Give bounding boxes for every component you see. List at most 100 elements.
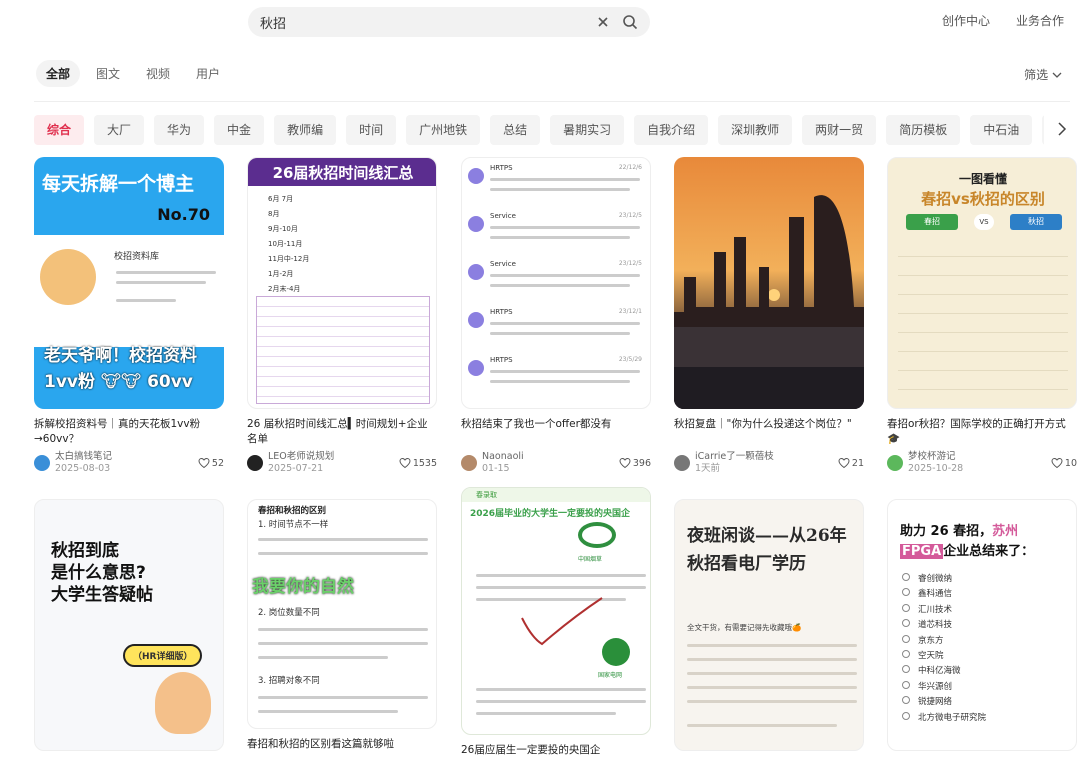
cover-text: 春招vs秋招的区别 [921, 190, 1045, 208]
note-card[interactable]: 春录取 2026届毕业的大学生一定要投的央国企 中国烟草 国家电网 26届应届生… [461, 487, 651, 759]
chip[interactable]: 广州地铁 [406, 115, 481, 145]
avatar[interactable] [461, 455, 477, 471]
filter-label: 筛选 [1024, 68, 1049, 82]
logo-icon [602, 638, 630, 666]
type-tabs: 全部 图文 视频 用户 [36, 60, 230, 87]
cover-text: 3. 招聘对象不同 [258, 676, 320, 686]
search-icon[interactable] [620, 12, 640, 32]
cover-text: 春招 [906, 214, 958, 230]
like-button[interactable]: 52 [198, 457, 224, 469]
email-row: HRTPS 22/12/6 [468, 162, 646, 210]
search-input[interactable] [260, 12, 580, 32]
keyword-chips: 综合 大厂 华为 中金 教师编 时间 广州地铁 总结 暑期实习 自我介绍 深圳教… [34, 115, 1044, 145]
chevron-right-icon[interactable] [1054, 121, 1070, 137]
card-title[interactable]: 拆解校招资料号｜真的天花板1vv粉→60vv？ [34, 417, 224, 447]
chip[interactable]: 大厂 [94, 115, 145, 145]
avatar[interactable] [887, 455, 903, 471]
chip[interactable]: 综合 [34, 115, 85, 145]
note-card[interactable]: 一图看懂 春招vs秋招的区别 春招 VS 秋招 春招or秋招？国际学校的正确打开… [887, 157, 1077, 475]
heart-icon [619, 457, 631, 469]
clear-icon[interactable] [593, 12, 613, 32]
note-card[interactable]: 助力 26 春招，苏州 FPGA 企业总结来了： 睿创微纳 鑫科通信 汇川技术 道… [887, 499, 1077, 751]
heart-icon [399, 457, 411, 469]
note-card[interactable]: 每天拆解一个博主 No.70 校招资料库 老天爷啊！校招资料 1vv粉 🐮🐮 6… [34, 157, 224, 475]
avatar[interactable] [247, 455, 263, 471]
company-item: 汇川技术 [902, 603, 986, 618]
note-card[interactable]: 夜班闲谈——从26年秋招看电厂学历 全文干货，有需要记得先收藏哦🍊 [674, 499, 864, 751]
tab-image-text[interactable]: 图文 [86, 60, 130, 87]
card-title[interactable]: 春招和秋招的区别看这篇就够啦 [247, 737, 437, 753]
email-row: Service 23/12/5 [468, 258, 646, 306]
cover-text: 我要你的自然 [252, 577, 354, 597]
note-card[interactable]: 秋招到底 是什么意思? 大学生答疑帖 （HR详细版） [34, 499, 224, 751]
post-date: 2025-10-28 [908, 463, 964, 474]
tab-video[interactable]: 视频 [136, 60, 180, 87]
tab-user[interactable]: 用户 [186, 60, 230, 87]
note-card[interactable]: HRTPS 22/12/6 Service 23/12/5 Service 23… [461, 157, 651, 475]
cover-text: FPGA [900, 544, 944, 559]
author-name[interactable]: 梦校杯游记 [908, 451, 963, 463]
chip[interactable]: 总结 [490, 115, 541, 145]
heart-icon [1051, 457, 1063, 469]
like-button[interactable]: 21 [838, 457, 864, 469]
company-item: 华兴源创 [902, 680, 986, 695]
chip[interactable]: 暑期实习 [550, 115, 625, 145]
chip[interactable]: 中金 [214, 115, 265, 145]
cover-text: 1vv粉 🐮🐮 60vv [44, 372, 193, 392]
business-link[interactable]: 业务合作 [1016, 12, 1064, 29]
post-date: 2025-08-03 [55, 463, 111, 474]
company-item: 北方微电子研究院 [902, 711, 986, 726]
cover-text: 老天爷啊！校招资料 [44, 346, 197, 366]
chip[interactable]: 两财一贸 [802, 115, 877, 145]
chip[interactable]: 中石油 [970, 115, 1033, 145]
company-item: 中科亿海微 [902, 664, 986, 679]
avatar[interactable] [674, 455, 690, 471]
filter-button[interactable]: 筛选 [1024, 66, 1062, 83]
tab-all[interactable]: 全部 [36, 60, 81, 87]
like-count: 52 [211, 457, 224, 469]
note-card[interactable]: 春招和秋招的区别 1. 时间节点不一样 我要你的自然 2. 岗位数量不同 3. … [247, 499, 437, 753]
cover-text: 一图看懂 [958, 172, 1007, 186]
post-date: 01-15 [482, 463, 510, 474]
chip[interactable]: 自我介绍 [634, 115, 709, 145]
card-title[interactable]: 26 届秋招时间线汇总▍时间规划+企业名单 [247, 417, 437, 447]
company-item: 空天院 [902, 649, 986, 664]
cover-text: 每天拆解一个博主 [42, 173, 195, 195]
chip[interactable]: 性格 [1042, 115, 1044, 145]
like-button[interactable]: 396 [619, 457, 651, 469]
avatar[interactable] [34, 455, 50, 471]
like-count: 396 [632, 457, 651, 469]
email-row: Service 23/12/5 [468, 210, 646, 258]
back-link: 春录取 [476, 491, 497, 499]
card-cover: 春招和秋招的区别 1. 时间节点不一样 我要你的自然 2. 岗位数量不同 3. … [247, 499, 437, 729]
author-name[interactable]: 太白搞钱笔记 [55, 451, 112, 463]
heart-icon [198, 457, 210, 469]
card-title[interactable]: 春招or秋招？国际学校的正确打开方式🎓 [887, 417, 1077, 447]
cover-text: 全文干货，有需要记得先收藏哦🍊 [687, 623, 802, 632]
chip[interactable]: 时间 [346, 115, 397, 145]
cover-text: 苏州 [992, 524, 1019, 539]
search-box[interactable] [248, 7, 650, 37]
cover-text: 春招和秋招的区别 [258, 506, 327, 516]
author-name[interactable]: Naonaoli [482, 451, 524, 463]
like-count: 10 [1064, 457, 1077, 469]
chip[interactable]: 简历模板 [886, 115, 961, 145]
card-cover: 每天拆解一个博主 No.70 校招资料库 老天爷啊！校招资料 1vv粉 🐮🐮 6… [34, 157, 224, 409]
like-button[interactable]: 1535 [399, 457, 437, 469]
chip[interactable]: 教师编 [274, 115, 337, 145]
like-button[interactable]: 10 [1051, 457, 1077, 469]
note-card[interactable]: 秋招复盘｜"你为什么投递这个岗位？" iCarrie了一颗蓓枝 1天前 21 [674, 157, 864, 475]
card-cover: 助力 26 春招，苏州 FPGA 企业总结来了： 睿创微纳 鑫科通信 汇川技术 道… [887, 499, 1077, 751]
card-title[interactable]: 秋招复盘｜"你为什么投递这个岗位？" [674, 417, 864, 447]
author-name[interactable]: LEO老师说规划 [268, 451, 334, 463]
card-title[interactable]: 秋招结束了我也一个offer都没有 [461, 417, 651, 447]
note-card[interactable]: 26届秋招时间线汇总 6月 7月 8月 9月-10月 10月-11月 11月中-… [247, 157, 437, 475]
card-title[interactable]: 26届应届生一定要投的央国企 [461, 743, 651, 759]
chip[interactable]: 深圳教师 [718, 115, 793, 145]
author-name[interactable]: iCarrie了一颗蓓枝 [695, 451, 774, 463]
creator-center-link[interactable]: 创作中心 [942, 12, 990, 29]
chip[interactable]: 华为 [154, 115, 205, 145]
timeline-item: 6月 7月 [268, 195, 294, 203]
divider [34, 101, 1070, 102]
company-item: 锐捷网络 [902, 695, 986, 710]
